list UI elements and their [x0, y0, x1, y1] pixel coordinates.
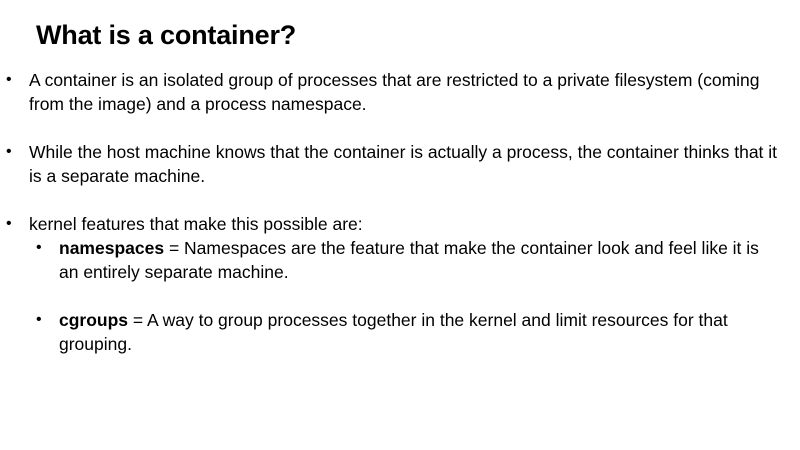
bullet-text: While the host machine knows that the co… [29, 142, 778, 186]
bullet-text: A container is an isolated group of proc… [29, 70, 760, 114]
bullet-text: kernel features that make this possible … [29, 214, 363, 234]
bullet-dot-icon: • [36, 311, 42, 328]
bullet-dot-icon: • [6, 71, 12, 88]
bullet-dot-icon: • [6, 215, 12, 232]
sub-bullet-item: • cgroups = A way to group processes tog… [36, 308, 779, 356]
bullet-dot-icon: • [6, 143, 12, 160]
sub-bullet-definition: = Namespaces are the feature that make t… [59, 238, 759, 282]
bullet-item: • A container is an isolated group of pr… [6, 68, 781, 116]
sub-bullet-term: cgroups [59, 310, 129, 330]
slide: What is a container? • A container is an… [0, 0, 800, 450]
sub-bullet-definition: = A way to group processes together in t… [59, 310, 728, 354]
sub-bullet-item: • namespaces = Namespaces are the featur… [36, 236, 779, 284]
bullet-item: • While the host machine knows that the … [6, 140, 781, 188]
bullet-item: • kernel features that make this possibl… [6, 212, 781, 236]
sub-bullet-term: namespaces [59, 238, 165, 258]
slide-title: What is a container? [36, 20, 297, 50]
bullet-dot-icon: • [36, 239, 42, 256]
